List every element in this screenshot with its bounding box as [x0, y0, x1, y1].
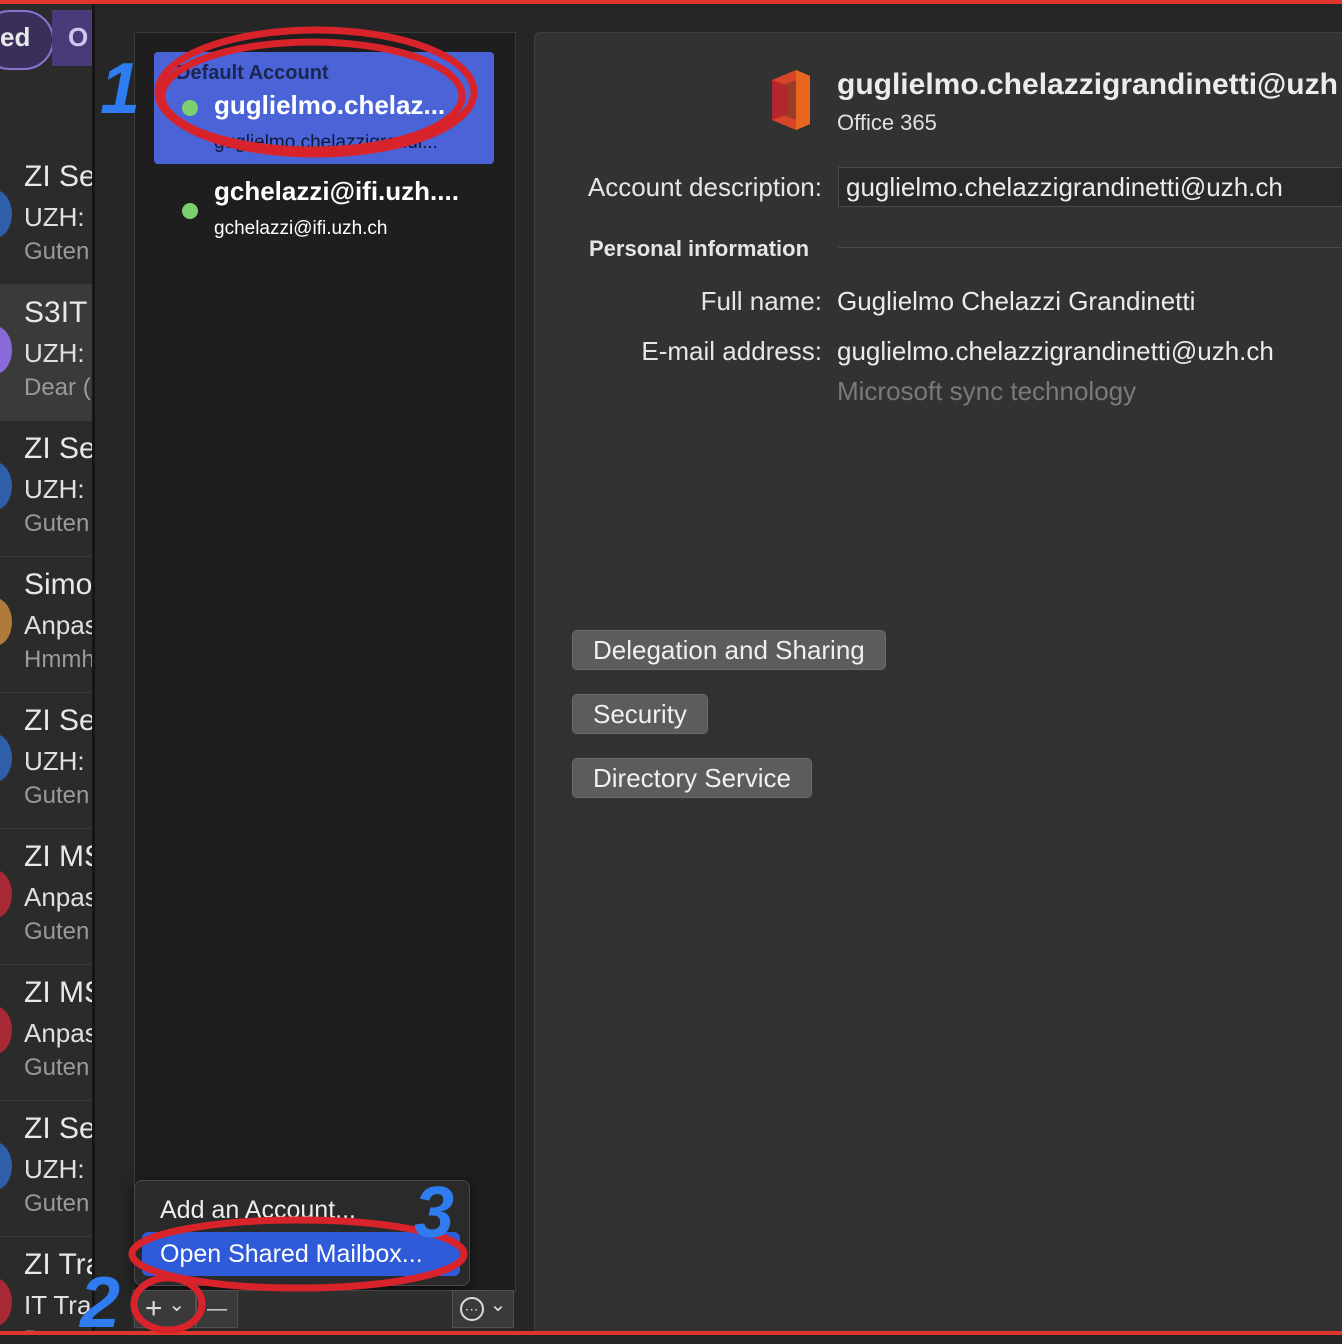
account-type: Office 365: [837, 110, 937, 135]
mail-sender: ZI MS: [24, 840, 92, 873]
mail-preview: Guten: [24, 918, 90, 945]
email-address-label: E-mail address:: [641, 336, 822, 366]
account-name: guglielmo.chelaz...: [214, 90, 446, 120]
window-top-border: [0, 0, 1342, 4]
mail-preview: Guten: [24, 1190, 90, 1217]
mail-sender: ZI Tra: [24, 1248, 92, 1281]
mail-list-item[interactable]: ZI Se UZH: Guten: [0, 148, 92, 285]
sender-avatar: [0, 326, 12, 374]
message-list: ed O ZI Se UZH: Guten S3IT UZH: Dear ( ZI Se UZ…: [0, 4, 92, 1331]
mail-list-item[interactable]: Simo Anpas Hmmh: [0, 556, 92, 693]
mail-preview: Guten: [24, 510, 90, 537]
account-title: guglielmo.chelazzigrandinetti@uzh: [837, 68, 1338, 101]
mail-preview: Guten: [24, 238, 90, 265]
directory-service-button[interactable]: Directory Service: [572, 758, 812, 798]
sender-avatar: [0, 598, 12, 646]
mail-sender: Simo: [24, 568, 92, 601]
mail-list-item[interactable]: ZI Se UZH: Guten: [0, 1100, 92, 1237]
mail-preview: Guten: [24, 782, 90, 809]
account-settings-panel: [534, 32, 1342, 1334]
mail-preview: Guten: [24, 1054, 90, 1081]
account-description-label: Account description:: [587, 172, 822, 202]
sender-avatar: [0, 1142, 12, 1190]
sender-avatar: [0, 462, 12, 510]
mail-list-item[interactable]: ZI TraIT TraDear: [0, 1236, 92, 1331]
mail-sender: ZI Se: [24, 160, 92, 193]
full-name-label: Full name:: [700, 286, 822, 316]
mail-list-item[interactable]: S3IT UZH: Dear (: [0, 284, 92, 421]
mail-subject: Anpas: [24, 1018, 92, 1048]
window-bottom-border: [0, 1331, 1342, 1335]
email-address-value[interactable]: guglielmo.chelazzigrandinetti@uzh.ch: [837, 336, 1274, 367]
tab-other-label[interactable]: O: [68, 22, 88, 53]
mail-subject: UZH:: [24, 202, 85, 232]
mail-list-item[interactable]: ZI Se UZH: Guten: [0, 420, 92, 557]
remove-account-button[interactable]: —: [196, 1290, 238, 1328]
security-button[interactable]: Security: [572, 694, 708, 734]
sender-avatar: [0, 870, 12, 918]
sender-avatar: [0, 1278, 12, 1326]
add-account-button[interactable]: + ⌄: [134, 1290, 196, 1328]
more-options-button[interactable]: ⋯ ⌄: [452, 1290, 514, 1328]
ellipsis-circle-icon: ⋯: [459, 1297, 484, 1321]
mail-sender: ZI MS: [24, 976, 92, 1009]
mail-sender: S3IT: [24, 296, 88, 329]
mail-list-item[interactable]: ZI MS Anpas Guten: [0, 828, 92, 965]
minus-icon: —: [207, 1297, 227, 1320]
account-description-value[interactable]: guglielmo.chelazzigrandinetti@uzh.ch: [846, 172, 1283, 203]
pane-divider[interactable]: [92, 4, 95, 1331]
full-name-value[interactable]: Guglielmo Chelazzi Grandinetti: [837, 286, 1195, 317]
mail-subject: UZH:: [24, 746, 85, 776]
account-email: gchelazzi@ifi.uzh.ch: [214, 218, 388, 239]
chevron-down-icon: ⌄: [489, 1293, 507, 1316]
sender-avatar: [0, 190, 12, 238]
chevron-down-icon: ⌄: [168, 1293, 186, 1316]
online-status-icon: [182, 203, 198, 219]
mail-list-item[interactable]: ZI MS Anpas Guten: [0, 964, 92, 1101]
mail-preview: Hmmh: [24, 646, 92, 673]
mail-subject: UZH:: [24, 338, 85, 368]
mail-subject: UZH:: [24, 474, 85, 504]
delegation-and-sharing-button[interactable]: Delegation and Sharing: [572, 630, 886, 670]
sync-technology-note: Microsoft sync technology: [837, 376, 1137, 406]
account-email: guglielmo.chelazzigrandi...: [214, 132, 438, 153]
menu-item-add-account[interactable]: Add an Account...: [160, 1196, 356, 1225]
sender-avatar: [0, 734, 12, 782]
tab-focused-label[interactable]: ed: [0, 22, 30, 53]
mail-subject: Anpas: [24, 882, 92, 912]
mail-subject: Anpas: [24, 610, 92, 640]
office-365-icon: [772, 70, 810, 130]
mail-subject: UZH:: [24, 1154, 85, 1184]
online-status-icon: [182, 100, 198, 116]
account-name: gchelazzi@ifi.uzh....: [214, 176, 459, 206]
mail-sender: ZI Se: [24, 1112, 92, 1145]
default-account-label: Default Account: [176, 62, 329, 84]
sender-avatar: [0, 1006, 12, 1054]
personal-information-heading: Personal information: [589, 236, 810, 261]
mail-sender: ZI Se: [24, 432, 92, 465]
mail-sender: ZI Se: [24, 704, 92, 737]
mail-subject: IT Tra: [24, 1290, 92, 1320]
plus-icon: +: [144, 1292, 163, 1325]
menu-item-open-shared-mailbox[interactable]: Open Shared Mailbox...: [160, 1240, 423, 1269]
section-divider: [838, 247, 1342, 248]
mail-list-item[interactable]: ZI Se UZH: Guten: [0, 692, 92, 829]
mail-preview: Dear (: [24, 374, 91, 401]
